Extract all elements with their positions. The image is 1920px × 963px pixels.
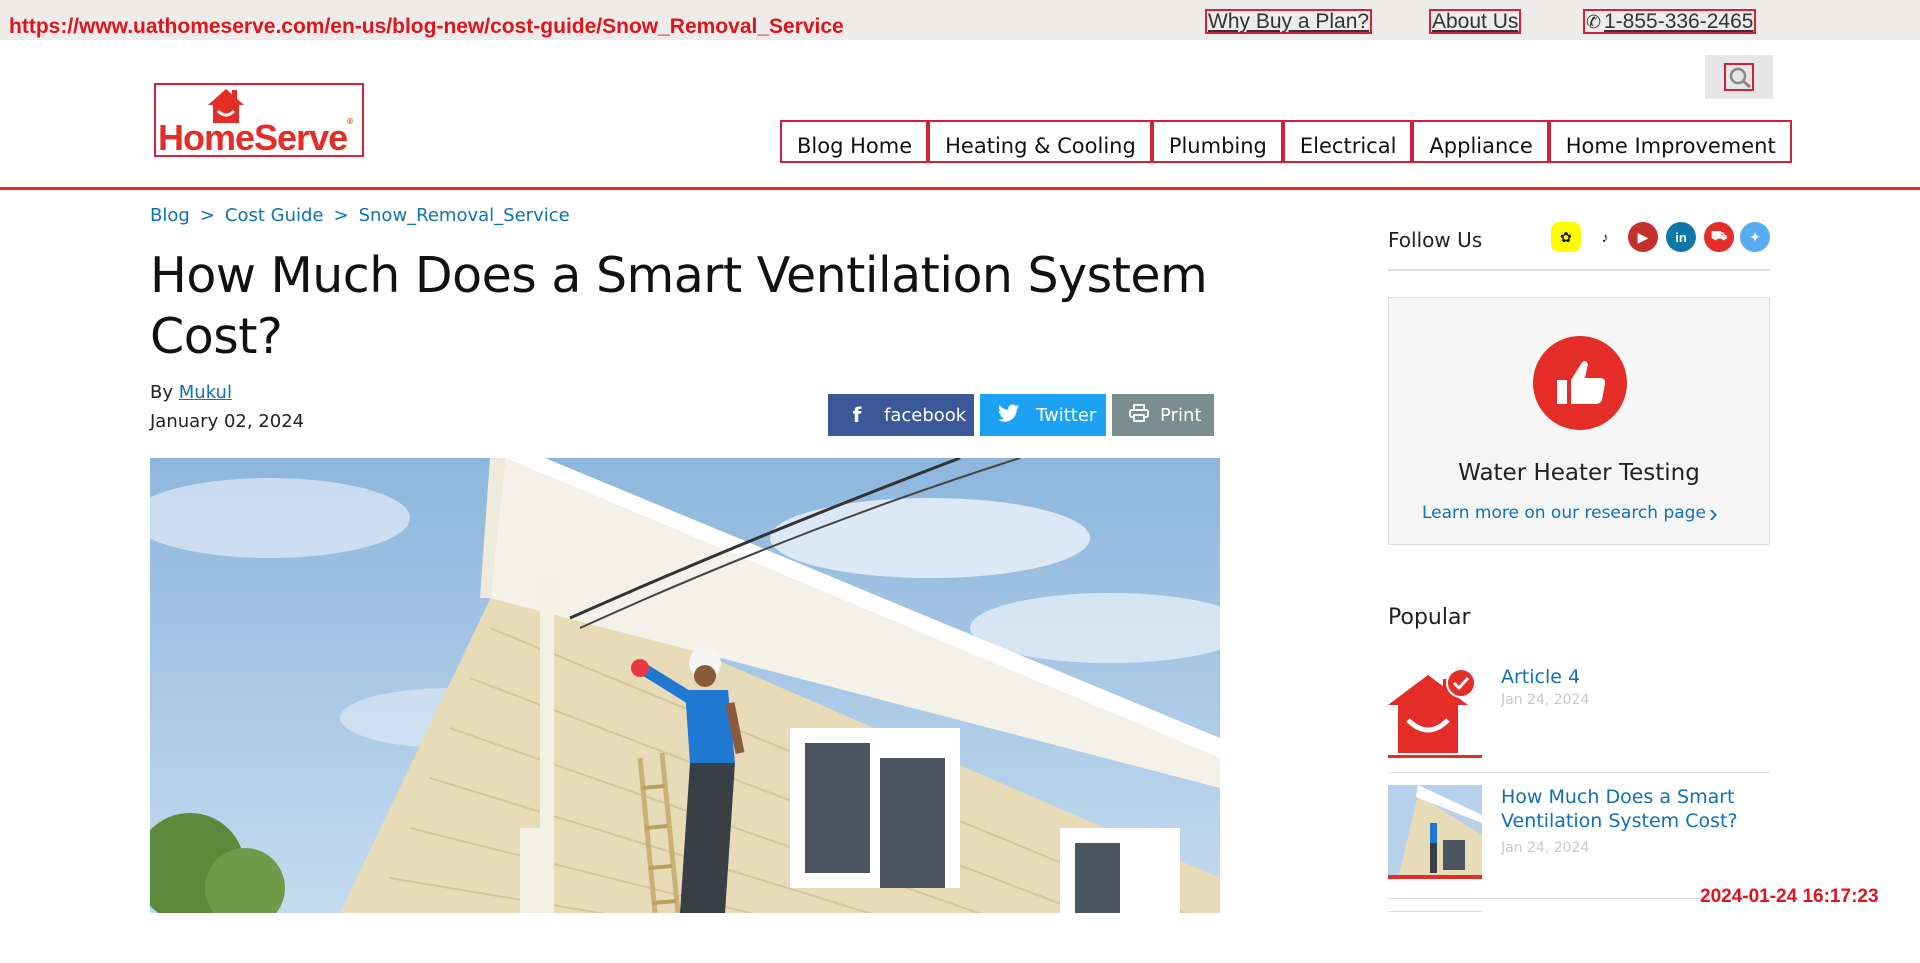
breadcrumb: Blog > Cost Guide > Snow_Removal_Service [150, 205, 570, 226]
logo-wordmark: HomeServe® [158, 117, 353, 158]
publish-date: January 02, 2024 [150, 411, 305, 432]
why-buy-link[interactable]: Why Buy a Plan? [1205, 9, 1373, 34]
site-header: HomeServe® Blog Home Heating & Cooling P… [0, 40, 1920, 190]
author-link[interactable]: Mukul [179, 382, 232, 403]
popular-article-title[interactable]: Article 4 [1501, 665, 1761, 689]
nav-appliance[interactable]: Appliance [1412, 120, 1549, 163]
breadcrumb-current[interactable]: Snow_Removal_Service [359, 205, 570, 226]
phone-icon: ✆ [1586, 12, 1602, 32]
twitter-label: Twitter [1036, 404, 1097, 426]
nav-home-improvement[interactable]: Home Improvement [1548, 120, 1792, 163]
twitter-icon[interactable]: ✦ [1740, 222, 1770, 252]
facebook-icon: f [852, 403, 862, 427]
facebook-label: facebook [884, 404, 967, 426]
popular-article-date: Jan 24, 2024 [1501, 840, 1590, 856]
byline-prefix: By [150, 382, 174, 403]
nav-plumbing[interactable]: Plumbing [1151, 120, 1283, 163]
technician-thumbnail [1388, 785, 1482, 879]
homeserve-logo[interactable]: HomeServe® [154, 83, 364, 158]
article-title: How Much Does a Smart Ventilation System… [150, 247, 1208, 365]
thumbs-up-icon [1557, 361, 1606, 404]
search-icon [1729, 67, 1751, 89]
timestamp-overlay: 2024-01-24 16:17:23 [1700, 886, 1879, 907]
search-button[interactable] [1705, 55, 1773, 99]
phone-link[interactable]: ✆ 1-855-336-2465 [1583, 9, 1757, 34]
url-overlay: https://www.uathomeserve.com/en-us/blog-… [9, 15, 844, 38]
popular-article-title[interactable]: How Much Does a Smart Ventilation System… [1501, 785, 1761, 833]
chevron-right-icon: › [1709, 498, 1718, 528]
printer-icon [1128, 403, 1150, 427]
breadcrumb-blog[interactable]: Blog [150, 205, 190, 226]
card-title: Water Heater Testing [1458, 460, 1700, 486]
list-item[interactable]: How Much Does a Smart Ventilation System… [1388, 785, 1770, 879]
breadcrumb-cost-guide[interactable]: Cost Guide [225, 205, 324, 226]
truck-icon[interactable]: ⛟ [1704, 222, 1734, 252]
youtube-icon[interactable]: ▶ [1628, 222, 1658, 252]
technician-on-ladder-photo [150, 458, 1220, 913]
divider [1388, 911, 1482, 912]
follow-us-label: Follow Us [1388, 228, 1483, 252]
facebook-share-button[interactable]: f facebook [828, 394, 974, 436]
breadcrumb-separator: > [199, 205, 215, 226]
nav-heating-cooling[interactable]: Heating & Cooling [928, 120, 1152, 163]
breadcrumb-separator: > [333, 205, 349, 226]
search-icon-frame [1724, 63, 1754, 91]
twitter-icon [998, 403, 1020, 427]
nav-blog-home[interactable]: Blog Home [780, 120, 929, 163]
main-nav: Blog Home Heating & Cooling Plumbing Ele… [780, 120, 1792, 163]
print-label: Print [1160, 404, 1202, 426]
homeserve-house-icon [1388, 668, 1482, 758]
print-button[interactable]: Print [1112, 394, 1214, 436]
list-item[interactable]: Article 4 Jan 24, 2024 [1388, 665, 1770, 758]
tiktok-icon[interactable]: ♪ [1590, 222, 1620, 252]
hero-image [150, 458, 1220, 913]
popular-heading: Popular [1388, 605, 1471, 630]
byline: By Mukul [150, 382, 232, 403]
popular-article-date: Jan 24, 2024 [1501, 692, 1590, 708]
research-page-link[interactable]: Learn more on our research page [1422, 503, 1706, 523]
about-us-link[interactable]: About Us [1429, 9, 1522, 34]
twitter-share-button[interactable]: Twitter [980, 394, 1106, 436]
phone-number: 1-855-336-2465 [1604, 10, 1754, 33]
thumbs-up-badge [1533, 336, 1627, 430]
divider [1388, 269, 1770, 271]
logo-wordmark-text: HomeServe [158, 117, 348, 158]
linkedin-icon[interactable]: in [1666, 222, 1696, 252]
divider [1388, 772, 1770, 773]
nav-electrical[interactable]: Electrical [1282, 120, 1413, 163]
research-card[interactable]: Water Heater Testing Learn more on our r… [1388, 297, 1770, 545]
snapchat-icon[interactable]: ✿ [1551, 222, 1581, 252]
